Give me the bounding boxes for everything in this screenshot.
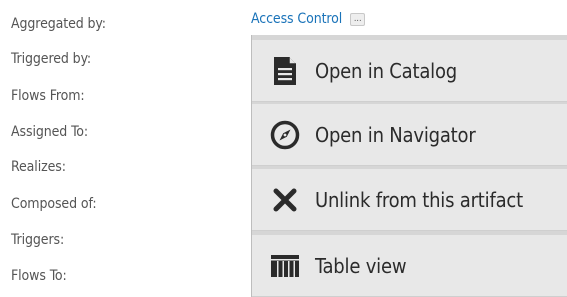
label-triggered-by: Triggered by: bbox=[11, 51, 92, 67]
menu-item-open-in-navigator[interactable]: Open in Navigator bbox=[252, 104, 567, 166]
label-triggers: Triggers: bbox=[11, 232, 65, 248]
label-assigned-to: Assigned To: bbox=[11, 124, 89, 140]
menu-item-open-in-catalog[interactable]: Open in Catalog bbox=[252, 40, 567, 102]
more-options-button[interactable]: ... bbox=[350, 12, 366, 26]
label-composed-of: Composed of: bbox=[11, 196, 97, 212]
label-flows-from: Flows From: bbox=[11, 88, 85, 104]
context-menu: Open in Catalog Open in Navigator Unlink… bbox=[251, 35, 567, 297]
menu-item-unlink[interactable]: Unlink from this artifact bbox=[252, 169, 567, 231]
label-realizes: Realizes: bbox=[11, 159, 66, 175]
menu-item-table-view[interactable]: Table view bbox=[252, 235, 567, 297]
compass-icon bbox=[267, 117, 303, 153]
close-x-icon bbox=[267, 182, 303, 218]
menu-item-label: Table view bbox=[315, 253, 407, 278]
menu-item-label: Open in Navigator bbox=[315, 122, 476, 147]
aggregated-by-value: Access Control ... bbox=[251, 9, 366, 29]
artifact-relations-panel: Aggregated by: Triggered by: Flows From:… bbox=[0, 0, 567, 297]
menu-item-label: Open in Catalog bbox=[315, 58, 458, 83]
label-flows-to: Flows To: bbox=[11, 268, 67, 284]
access-control-link[interactable]: Access Control bbox=[251, 11, 342, 27]
document-icon bbox=[267, 53, 303, 89]
ellipsis-icon: ... bbox=[353, 13, 362, 24]
label-aggregated-by: Aggregated by: bbox=[11, 16, 106, 32]
table-view-icon bbox=[267, 248, 303, 284]
menu-item-label: Unlink from this artifact bbox=[315, 187, 523, 212]
